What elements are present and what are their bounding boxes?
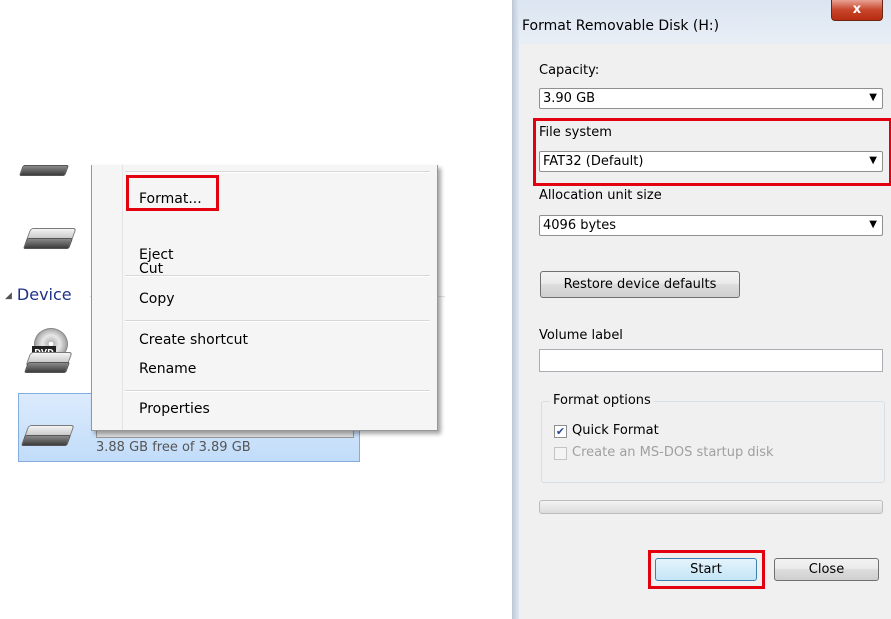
menu-item-rename[interactable]: Rename xyxy=(139,361,196,377)
hard-drive-icon xyxy=(18,165,70,187)
devices-section-header[interactable]: ◢ Device xyxy=(5,285,72,304)
free-space-text: 3.88 GB free of 3.89 GB xyxy=(96,440,251,455)
allocation-select[interactable]: 4096 bytes ▼ xyxy=(539,215,883,236)
menu-item-create-shortcut[interactable]: Create shortcut xyxy=(139,332,248,348)
capacity-value: 3.90 GB xyxy=(543,91,596,106)
dropdown-arrow-icon: ▼ xyxy=(869,92,877,103)
format-highlight xyxy=(126,175,219,211)
hard-drive-icon xyxy=(20,425,75,447)
dialog-border xyxy=(512,0,519,619)
collapse-triangle-icon[interactable]: ◢ xyxy=(5,291,12,301)
hard-drive-icon[interactable] xyxy=(22,228,77,250)
dvd-drive-icon[interactable]: DVD xyxy=(23,328,74,378)
allocation-label: Allocation unit size xyxy=(539,188,662,203)
menu-item-copy[interactable]: Copy xyxy=(139,291,175,307)
allocation-value: 4096 bytes xyxy=(543,218,617,233)
capacity-select[interactable]: 3.90 GB ▼ xyxy=(539,88,883,109)
section-label: Device xyxy=(16,285,72,304)
volume-label-label: Volume label xyxy=(539,328,623,343)
dialog-title: Format Removable Disk (H:) xyxy=(522,18,720,34)
check-icon: ✔ xyxy=(555,425,566,438)
format-progress-bar xyxy=(539,500,883,514)
menu-item-cut[interactable]: Cut xyxy=(139,261,163,277)
quick-format-label[interactable]: Quick Format xyxy=(572,423,659,438)
msdos-label: Create an MS-DOS startup disk xyxy=(572,445,774,460)
close-icon[interactable]: x xyxy=(831,0,883,21)
msdos-checkbox[interactable] xyxy=(554,447,567,460)
dropdown-arrow-icon: ▼ xyxy=(869,219,877,230)
quick-format-checkbox[interactable]: ✔ xyxy=(554,425,567,438)
format-options-label: Format options xyxy=(550,393,654,408)
restore-defaults-button[interactable]: Restore device defaults xyxy=(540,271,740,298)
format-dialog: Format Removable Disk (H:) x Capacity: 3… xyxy=(512,0,891,619)
close-button[interactable]: Close xyxy=(774,558,879,581)
file-system-highlight xyxy=(533,118,891,186)
menu-item-properties[interactable]: Properties xyxy=(139,401,210,417)
start-highlight xyxy=(648,550,765,589)
capacity-label: Capacity: xyxy=(539,63,600,78)
format-options-group xyxy=(541,401,885,483)
volume-label-input[interactable] xyxy=(539,349,883,372)
